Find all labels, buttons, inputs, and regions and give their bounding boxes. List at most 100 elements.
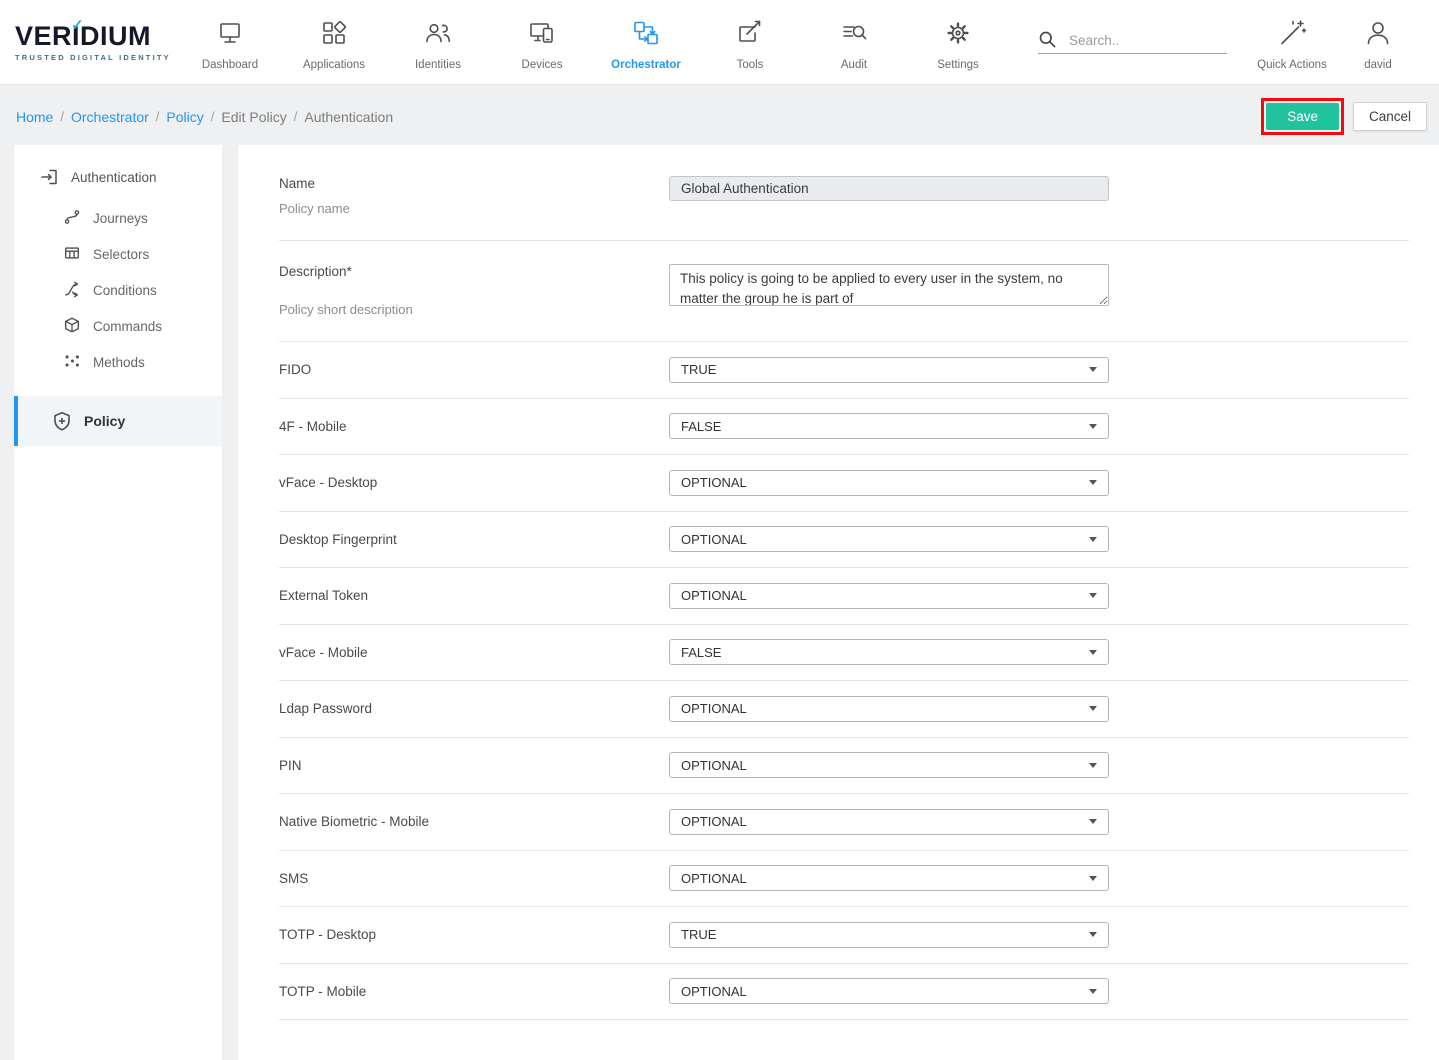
nav-label: Settings <box>906 59 1010 71</box>
field-label: External Token <box>279 588 669 603</box>
chevron-down-icon <box>1089 819 1097 824</box>
field-label: Desktop Fingerprint <box>279 532 669 547</box>
content-area: Authentication Journeys Selectors Condit… <box>0 145 1439 1060</box>
nav-audit[interactable]: Audit <box>802 14 906 71</box>
chevron-down-icon <box>1089 367 1097 372</box>
sidebar-item-policy[interactable]: Policy <box>14 396 222 446</box>
top-right-actions: Quick Actions david <box>1249 14 1421 71</box>
chevron-down-icon <box>1089 424 1097 429</box>
selected-value: TRUE <box>681 362 716 377</box>
gear-icon <box>943 18 973 50</box>
table-icon <box>63 244 81 264</box>
chevron-down-icon <box>1089 932 1097 937</box>
sidebar-item-label: Authentication <box>71 170 157 185</box>
breadcrumb-home[interactable]: Home <box>16 109 53 125</box>
shield-icon <box>52 411 72 431</box>
chevron-down-icon <box>1089 593 1097 598</box>
sidebar-item-authentication[interactable]: Authentication <box>14 151 222 200</box>
nav-applications[interactable]: Applications <box>282 14 386 71</box>
route-icon <box>63 208 81 228</box>
selected-value: TRUE <box>681 927 716 942</box>
monitor-icon <box>215 18 245 50</box>
selected-value: OPTIONAL <box>681 701 747 716</box>
chevron-down-icon <box>1089 876 1097 881</box>
sidebar-item-commands[interactable]: Commands <box>14 308 222 344</box>
chevron-down-icon <box>1089 650 1097 655</box>
audit-icon <box>839 18 869 50</box>
top-bar: VERIDIUM TRUSTED DIGITAL IDENTITY Dashbo… <box>0 0 1439 85</box>
nav-dashboard[interactable]: Dashboard <box>178 14 282 71</box>
quick-actions-label: Quick Actions <box>1249 59 1335 71</box>
quick-actions-button[interactable]: Quick Actions <box>1249 14 1335 71</box>
chevron-down-icon <box>1089 989 1097 994</box>
4f-mobile-select[interactable]: FALSE <box>669 413 1109 439</box>
sms-select[interactable]: OPTIONAL <box>669 865 1109 891</box>
sidebar: Authentication Journeys Selectors Condit… <box>14 145 222 1060</box>
sms-row: SMS OPTIONAL <box>279 851 1409 908</box>
selected-value: OPTIONAL <box>681 475 747 490</box>
sidebar-item-journeys[interactable]: Journeys <box>14 200 222 236</box>
sidebar-item-selectors[interactable]: Selectors <box>14 236 222 272</box>
policy-description-textarea[interactable]: This policy is going to be applied to ev… <box>669 264 1109 306</box>
cancel-button[interactable]: Cancel <box>1353 102 1427 131</box>
desktop-fingerprint-select[interactable]: OPTIONAL <box>669 526 1109 552</box>
totp-mobile-row: TOTP - Mobile OPTIONAL <box>279 964 1409 1021</box>
search-box <box>1038 30 1227 54</box>
breadcrumb-policy[interactable]: Policy <box>166 109 203 125</box>
field-label: TOTP - Desktop <box>279 927 669 942</box>
name-label: Name <box>279 176 669 191</box>
save-button[interactable]: Save <box>1266 103 1339 130</box>
main-nav: Dashboard Applications Identities Device… <box>178 14 1010 71</box>
pin-row: PIN OPTIONAL <box>279 738 1409 795</box>
pin-select[interactable]: OPTIONAL <box>669 752 1109 778</box>
field-label: 4F - Mobile <box>279 419 669 434</box>
brand-name: VERIDIUM <box>15 23 178 50</box>
policy-name-input[interactable] <box>669 176 1109 201</box>
external-token-select[interactable]: OPTIONAL <box>669 583 1109 609</box>
fido-row: FIDO TRUE <box>279 342 1409 399</box>
external-token-row: External Token OPTIONAL <box>279 568 1409 625</box>
login-arrow-icon <box>39 167 59 187</box>
username-label: david <box>1335 59 1421 71</box>
totp-mobile-select[interactable]: OPTIONAL <box>669 978 1109 1004</box>
totp-desktop-select[interactable]: TRUE <box>669 922 1109 948</box>
native-biometric-mobile-select[interactable]: OPTIONAL <box>669 809 1109 835</box>
nav-label: Tools <box>698 59 802 71</box>
nav-orchestrator[interactable]: Orchestrator <box>594 14 698 71</box>
breadcrumb-separator: / <box>294 109 298 124</box>
fido-select[interactable]: TRUE <box>669 357 1109 383</box>
search-input[interactable] <box>1067 32 1227 49</box>
user-menu[interactable]: david <box>1335 14 1421 71</box>
nav-tools[interactable]: Tools <box>698 14 802 71</box>
breadcrumb-orchestrator[interactable]: Orchestrator <box>71 109 149 125</box>
nav-settings[interactable]: Settings <box>906 14 1010 71</box>
magic-wand-icon <box>1277 18 1307 50</box>
nav-devices[interactable]: Devices <box>490 14 594 71</box>
field-label: FIDO <box>279 362 669 377</box>
cube-icon <box>63 316 81 336</box>
nav-label: Applications <box>282 59 386 71</box>
brand-tagline: TRUSTED DIGITAL IDENTITY <box>15 53 178 62</box>
orchestrator-icon <box>631 18 661 50</box>
selected-value: OPTIONAL <box>681 532 747 547</box>
devices-icon <box>527 18 557 50</box>
grid-icon <box>319 18 349 50</box>
sidebar-item-label: Commands <box>93 319 162 334</box>
sidebar-item-conditions[interactable]: Conditions <box>14 272 222 308</box>
nav-label: Audit <box>802 59 906 71</box>
nav-label: Identities <box>386 59 490 71</box>
vface-mobile-select[interactable]: FALSE <box>669 639 1109 665</box>
sidebar-item-methods[interactable]: Methods <box>14 344 222 380</box>
breadcrumb-authentication: Authentication <box>304 109 393 125</box>
breadcrumb-bar: Home / Orchestrator / Policy / Edit Poli… <box>0 85 1439 145</box>
search-icon <box>1038 30 1057 49</box>
ldap-password-row: Ldap Password OPTIONAL <box>279 681 1409 738</box>
nav-label: Devices <box>490 59 594 71</box>
field-label: vFace - Desktop <box>279 475 669 490</box>
edit-policy-form: Name Policy name Description* Policy sho… <box>238 145 1439 1060</box>
vface-desktop-select[interactable]: OPTIONAL <box>669 470 1109 496</box>
ldap-password-select[interactable]: OPTIONAL <box>669 696 1109 722</box>
nav-identities[interactable]: Identities <box>386 14 490 71</box>
field-label: SMS <box>279 871 669 886</box>
breadcrumb-separator: / <box>156 109 160 124</box>
